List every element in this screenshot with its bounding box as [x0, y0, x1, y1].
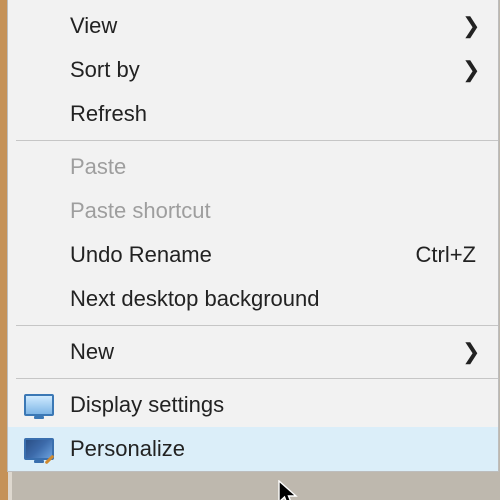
menu-item-new[interactable]: New ❯ [8, 330, 498, 374]
menu-separator [16, 325, 498, 326]
chevron-right-icon: ❯ [462, 57, 476, 83]
mouse-cursor-icon [278, 480, 300, 500]
menu-item-label: Refresh [70, 101, 476, 127]
display-settings-icon [8, 394, 70, 416]
menu-item-label: Paste shortcut [70, 198, 476, 224]
desktop-background: View ❯ Sort by ❯ Refresh Paste Paste sho… [0, 0, 500, 500]
menu-item-refresh[interactable]: Refresh [8, 92, 498, 136]
desktop-context-menu: View ❯ Sort by ❯ Refresh Paste Paste sho… [7, 0, 499, 472]
menu-item-label: Sort by [70, 57, 462, 83]
personalize-icon [8, 438, 70, 460]
menu-item-label: Personalize [70, 436, 476, 462]
menu-item-label: View [70, 13, 462, 39]
menu-item-next-desktop-background[interactable]: Next desktop background [8, 277, 498, 321]
menu-separator [16, 140, 498, 141]
menu-item-paste-shortcut: Paste shortcut [8, 189, 498, 233]
menu-separator [16, 378, 498, 379]
menu-item-display-settings[interactable]: Display settings [8, 383, 498, 427]
chevron-right-icon: ❯ [462, 13, 476, 39]
menu-item-paste: Paste [8, 145, 498, 189]
menu-item-label: Paste [70, 154, 476, 180]
menu-item-label: New [70, 339, 462, 365]
menu-item-shortcut: Ctrl+Z [404, 242, 477, 268]
menu-item-label: Next desktop background [70, 286, 476, 312]
chevron-right-icon: ❯ [462, 339, 476, 365]
menu-item-view[interactable]: View ❯ [8, 4, 498, 48]
menu-item-personalize[interactable]: Personalize [8, 427, 498, 471]
menu-item-label: Undo Rename [70, 242, 404, 268]
menu-item-sort-by[interactable]: Sort by ❯ [8, 48, 498, 92]
menu-item-label: Display settings [70, 392, 476, 418]
menu-item-undo-rename[interactable]: Undo Rename Ctrl+Z [8, 233, 498, 277]
